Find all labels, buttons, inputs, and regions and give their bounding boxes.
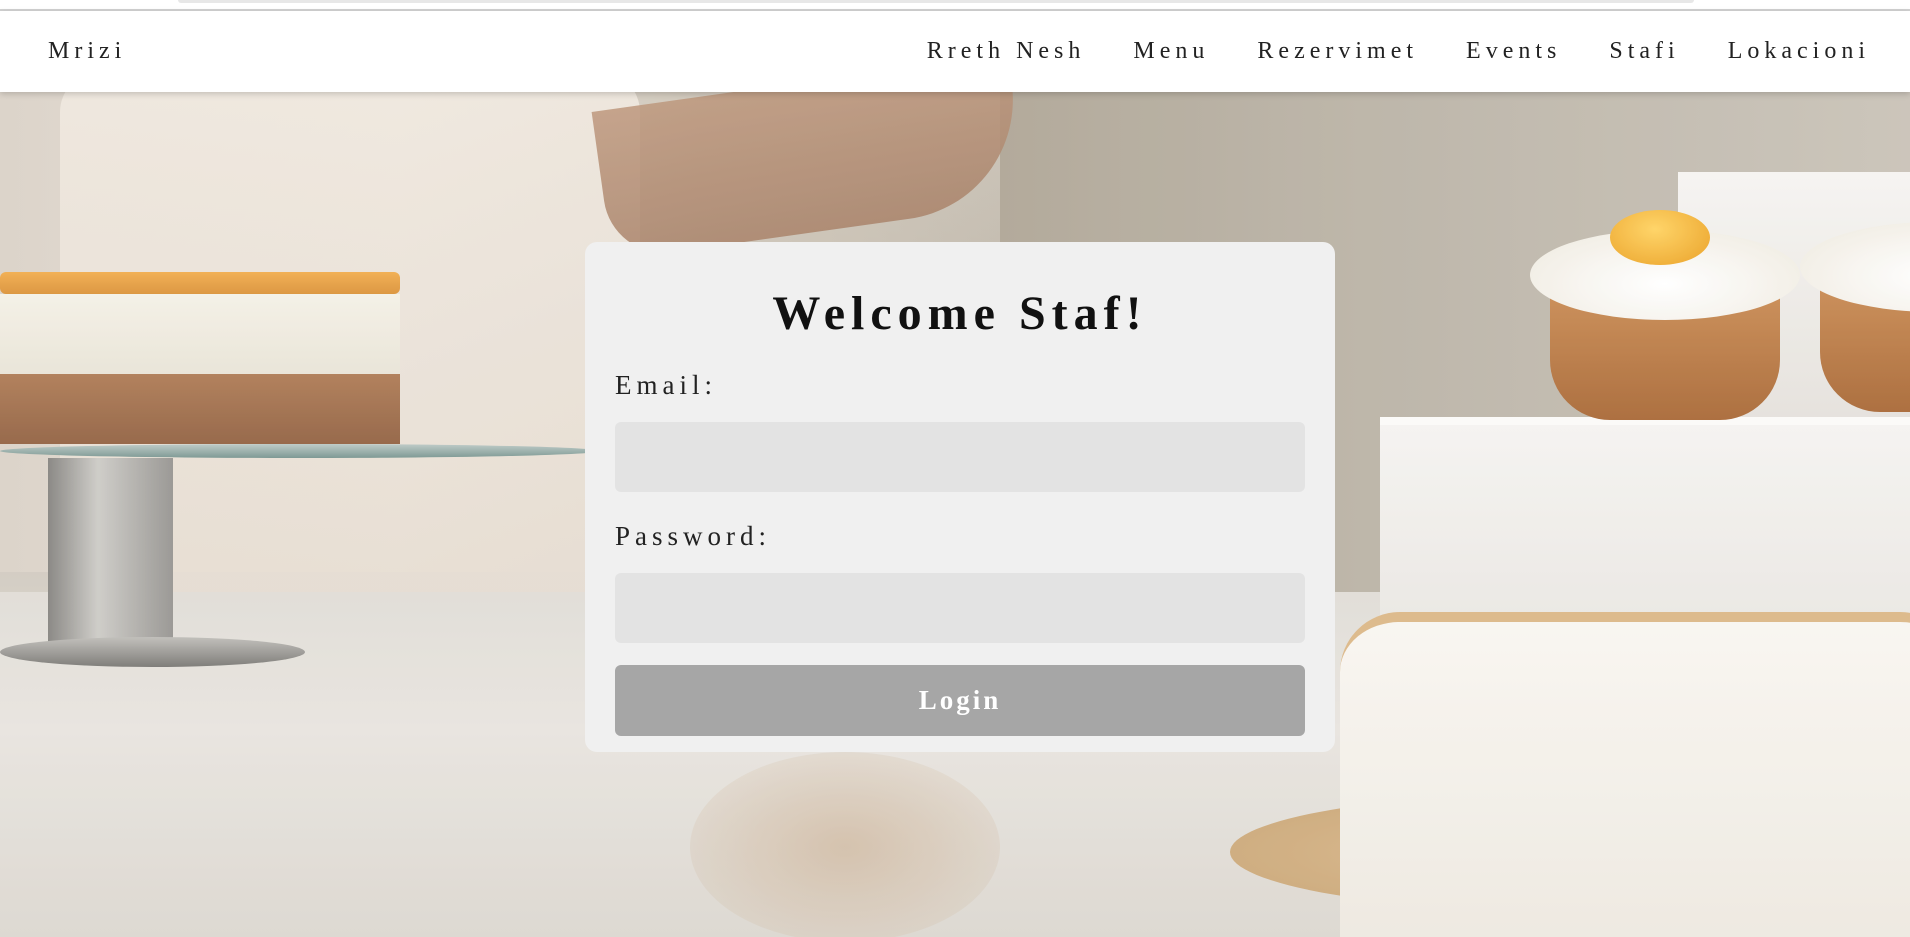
nav-link-rezervimet[interactable]: Rezervimet bbox=[1257, 38, 1418, 65]
nav-link-lokacioni[interactable]: Lokacioni bbox=[1728, 38, 1870, 65]
login-button[interactable]: Login bbox=[615, 665, 1305, 736]
password-label: Password: bbox=[615, 521, 772, 551]
brand-logo-link[interactable]: Mrizi bbox=[48, 38, 126, 65]
login-card: Welcome Staf! Email: Password: Login bbox=[585, 242, 1335, 752]
scroll-strip bbox=[178, 0, 1694, 3]
nav-links: Rreth Nesh Menu Rezervimet Events Stafi … bbox=[879, 38, 1870, 65]
password-field[interactable] bbox=[615, 573, 1305, 643]
nav-link-stafi[interactable]: Stafi bbox=[1609, 38, 1679, 65]
nav-link-events[interactable]: Events bbox=[1466, 38, 1561, 65]
email-label: Email: bbox=[615, 370, 717, 400]
email-field[interactable] bbox=[615, 422, 1305, 492]
navbar: Mrizi Rreth Nesh Menu Rezervimet Events … bbox=[0, 11, 1910, 92]
browser-top-strip bbox=[0, 0, 1910, 11]
nav-link-menu[interactable]: Menu bbox=[1133, 38, 1209, 65]
nav-link-rreth-nesh[interactable]: Rreth Nesh bbox=[927, 38, 1086, 65]
login-title: Welcome Staf! bbox=[772, 287, 1148, 340]
